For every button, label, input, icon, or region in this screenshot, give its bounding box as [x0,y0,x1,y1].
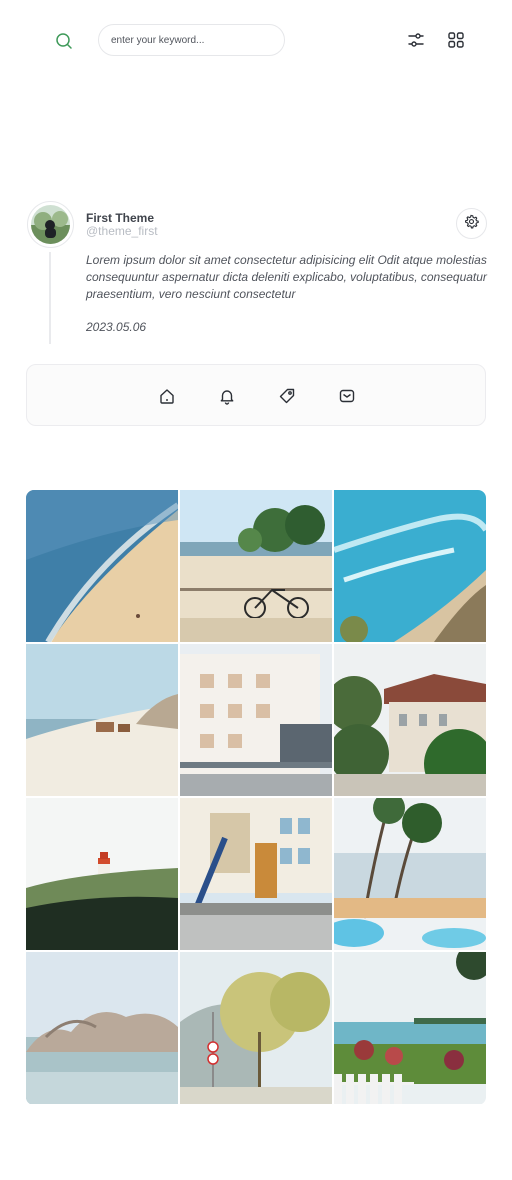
gallery-photo[interactable] [334,644,486,796]
thread-line [49,252,51,344]
tag-icon[interactable] [278,387,296,405]
post-date: 2023.05.06 [86,320,147,334]
header [0,24,512,56]
gallery-photo[interactable] [26,798,178,950]
gallery-photo[interactable] [180,644,332,796]
gallery-photo[interactable] [334,952,486,1105]
bell-icon[interactable] [218,387,236,405]
gallery-photo[interactable] [26,490,178,642]
grid-icon[interactable] [447,31,465,49]
profile-handle[interactable]: @theme_first [86,224,158,238]
search-input[interactable] [98,24,285,56]
gallery-photo[interactable] [26,952,178,1105]
search-icon[interactable] [55,32,73,50]
home-icon[interactable] [158,387,176,405]
settings-button[interactable] [456,208,487,239]
page: First Theme @theme_first Lorem ipsum dol… [0,0,512,1180]
gallery-photo[interactable] [334,490,486,642]
profile-bio: Lorem ipsum dolor sit amet consectetur a… [86,253,487,301]
profile-name: First Theme [86,211,155,225]
mail-icon[interactable] [338,387,356,405]
gear-icon [464,214,479,234]
gallery-photo[interactable] [180,952,332,1105]
avatar[interactable] [27,201,74,248]
gallery-photo[interactable] [26,644,178,796]
nav-card [26,364,486,426]
sliders-icon[interactable] [407,31,425,49]
gallery-photo[interactable] [334,798,486,950]
gallery-photo[interactable] [180,490,332,642]
gallery-photo[interactable] [180,798,332,950]
photo-gallery [26,490,486,1105]
